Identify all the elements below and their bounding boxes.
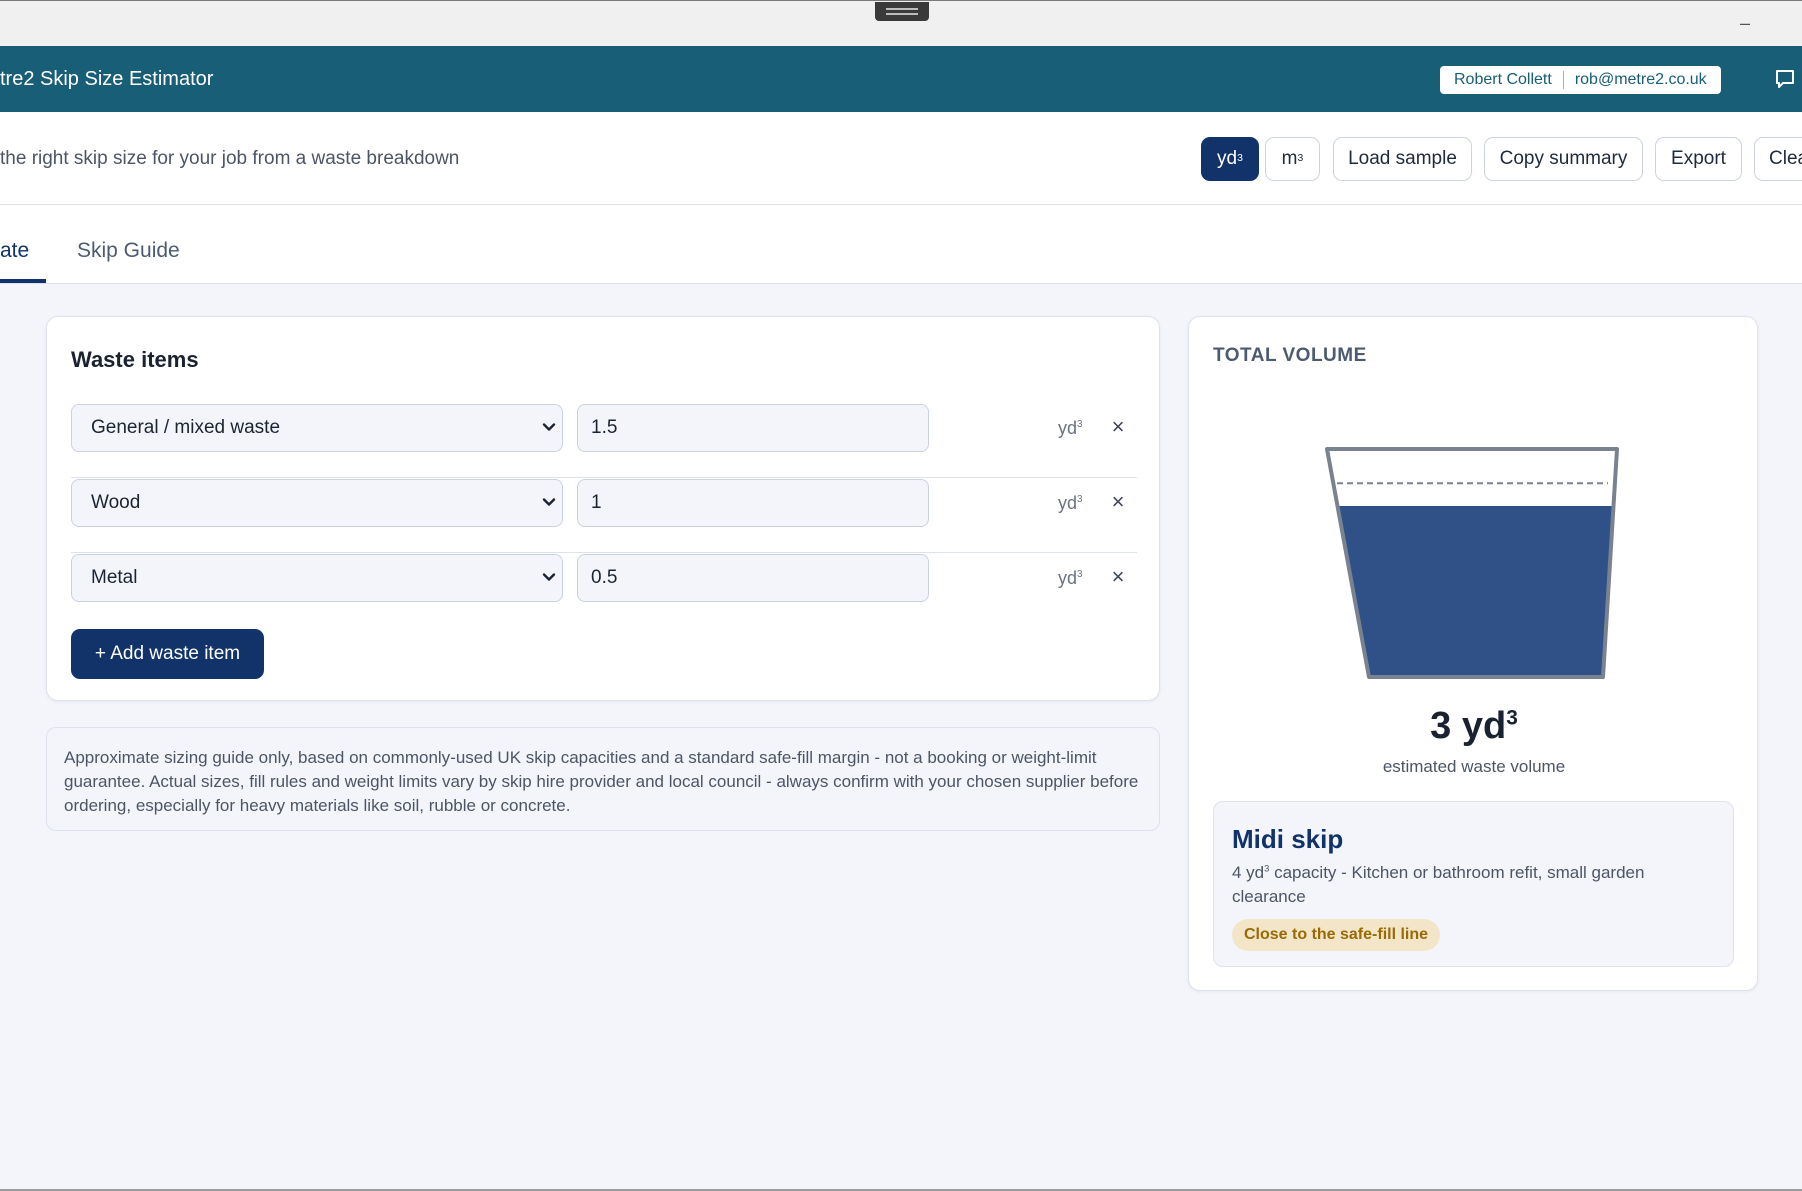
waste-type-value: Wood: [91, 492, 141, 513]
skip-fill-gauge: [1325, 447, 1619, 679]
skip-fill-level: [1327, 506, 1617, 677]
waste-items-heading: Waste items: [71, 347, 199, 372]
user-separator: [1562, 71, 1564, 89]
page-subtitle: the right skip size for your job from a …: [0, 148, 460, 169]
tab-estimate[interactable]: ate: [0, 239, 29, 263]
copy-summary-button[interactable]: Copy summary: [1484, 137, 1643, 181]
total-volume-heading: TOTAL VOLUME: [1213, 345, 1367, 366]
disclaimer-notice: Approximate sizing guide only, based on …: [46, 727, 1160, 831]
waste-items-card: Waste items General / mixed waste 1.5 yd…: [46, 316, 1160, 701]
waste-item-row: General / mixed waste 1.5 yd3 ×: [71, 403, 1137, 478]
active-tab-indicator: [0, 279, 46, 283]
quantity-input[interactable]: 1.5: [577, 404, 929, 452]
recommended-skip-name: Midi skip: [1232, 824, 1344, 854]
minimize-icon[interactable]: –: [1732, 11, 1758, 37]
user-name: Robert Collett: [1454, 71, 1552, 88]
waste-type-select[interactable]: Metal: [71, 554, 563, 602]
export-button[interactable]: Export: [1655, 137, 1742, 181]
close-icon[interactable]: ×: [1106, 415, 1130, 439]
unit-label: yd3: [1058, 493, 1083, 513]
quantity-input[interactable]: 1: [577, 479, 929, 527]
total-volume-value: 3 yd3: [1430, 705, 1518, 747]
waste-item-row: Wood 1 yd3 ×: [71, 478, 1137, 553]
clear-button[interactable]: Clea: [1754, 137, 1802, 181]
close-icon[interactable]: ×: [1106, 565, 1130, 589]
window-drag-handle[interactable]: [875, 2, 929, 21]
app-header: tre2 Skip Size Estimator Robert Collett …: [0, 46, 1802, 112]
chevron-down-icon: [542, 498, 556, 506]
waste-item-row: Metal 0.5 yd3 ×: [71, 553, 1137, 628]
quantity-input[interactable]: 0.5: [577, 554, 929, 602]
app-title: tre2 Skip Size Estimator: [0, 68, 214, 90]
waste-type-select[interactable]: Wood: [71, 479, 563, 527]
recommended-skip-description: 4 yd3 capacity - Kitchen or bathroom ref…: [1232, 863, 1645, 906]
unit-m-button[interactable]: m3: [1265, 137, 1320, 181]
unit-label: yd3: [1058, 568, 1083, 588]
total-volume-subtitle: estimated waste volume: [1382, 757, 1566, 776]
user-info: Robert Collett rob@metre2.co.uk: [1440, 66, 1721, 94]
add-waste-item-button[interactable]: + Add waste item: [71, 629, 264, 679]
tab-bar: ate Skip Guide: [0, 205, 1802, 284]
status-badge: Close to the safe-fill line: [1232, 919, 1441, 951]
unit-yd-button[interactable]: yd 3: [1201, 137, 1259, 181]
waste-type-value: General / mixed waste: [91, 417, 281, 438]
chat-icon[interactable]: [1774, 68, 1796, 90]
close-icon[interactable]: ×: [1106, 490, 1130, 514]
user-email: rob@metre2.co.uk: [1574, 71, 1707, 88]
toolbar: the right skip size for your job from a …: [0, 112, 1802, 205]
skip-recommendation: Midi skip 4 yd3 capacity - Kitchen or ba…: [1213, 801, 1734, 967]
total-volume-card: TOTAL VOLUME 3 yd3 estimated waste volum…: [1188, 316, 1758, 991]
unit-m-label: m: [1281, 148, 1298, 169]
unit-label: yd3: [1058, 418, 1083, 438]
load-sample-button[interactable]: Load sample: [1333, 137, 1472, 181]
chevron-down-icon: [542, 573, 556, 581]
unit-yd-label: yd: [1217, 148, 1238, 169]
window-titlebar: –: [0, 0, 1802, 46]
chevron-down-icon: [542, 423, 556, 431]
waste-type-value: Metal: [91, 567, 138, 588]
waste-type-select[interactable]: General / mixed waste: [71, 404, 563, 452]
tab-skip-guide[interactable]: Skip Guide: [77, 239, 180, 263]
